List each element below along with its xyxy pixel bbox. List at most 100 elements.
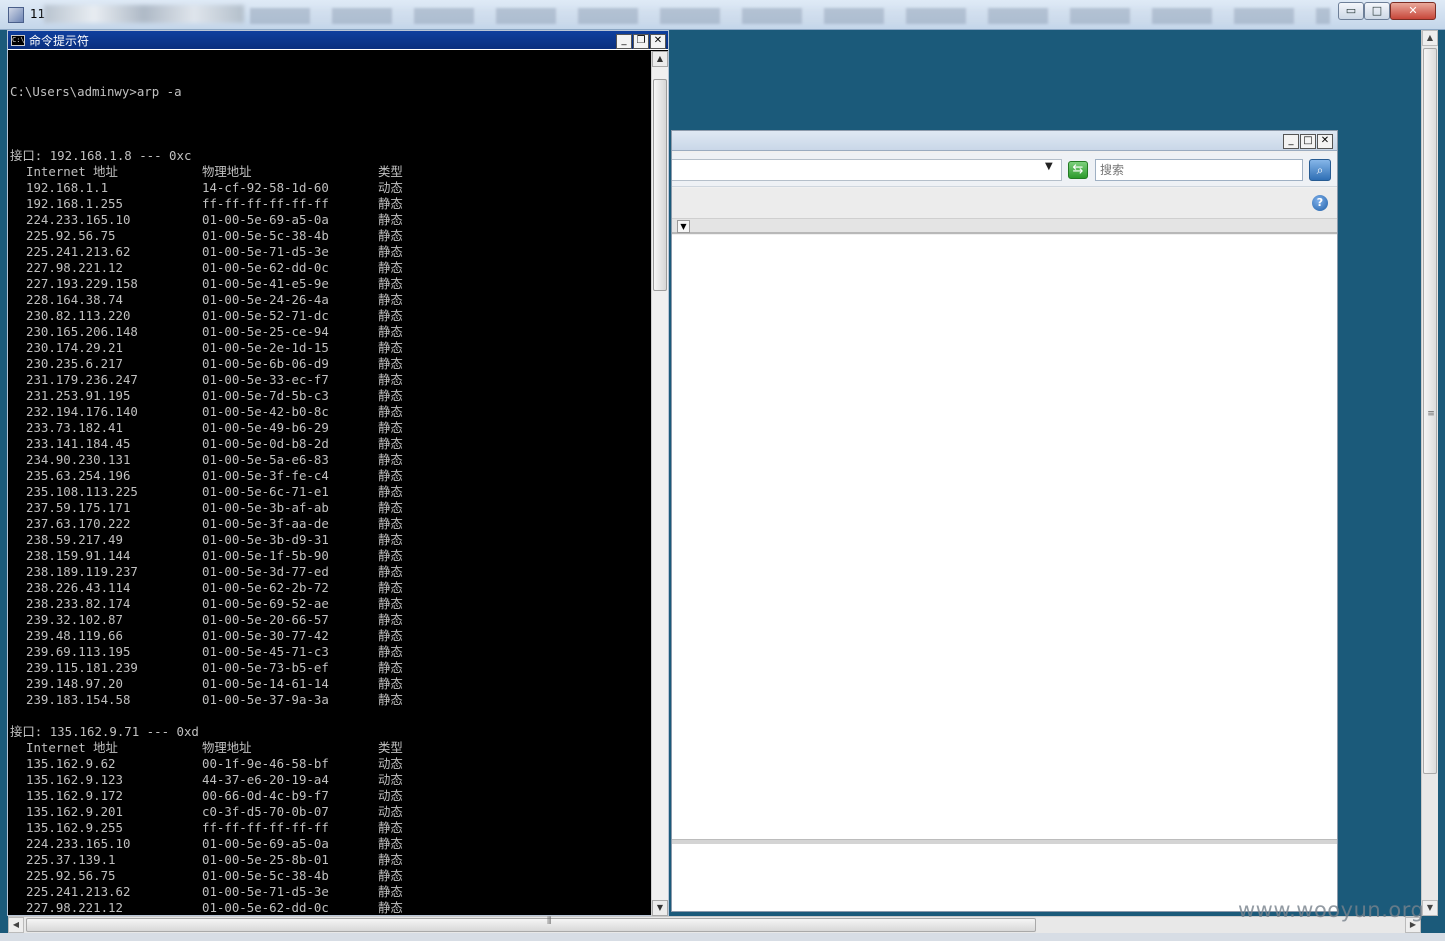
outer-maximize-button[interactable]: □	[1364, 2, 1390, 20]
bg-minimize-button[interactable]: _	[1283, 134, 1299, 149]
entry-type: 静态	[378, 612, 403, 627]
interface-header: 接口: 192.168.1.8 --- 0xc	[10, 148, 192, 163]
ip-address: 238.189.119.237	[26, 564, 138, 579]
mac-address: 01-00-5e-71-d5-3e	[202, 884, 329, 899]
outer-vscroll-thumb[interactable]: ≡	[1423, 48, 1437, 774]
mac-address: 01-00-5e-3f-fe-c4	[202, 468, 329, 483]
entry-type: 静态	[378, 564, 403, 579]
arp-entry-row: 232.194.176.140 01-00-5e-42-b0-8c 静态	[10, 404, 650, 420]
search-input[interactable]	[1095, 159, 1303, 181]
outer-window-title: 11	[30, 7, 46, 21]
interface-header: 接口: 135.162.9.71 --- 0xd	[10, 724, 199, 739]
entry-type: 静态	[378, 548, 403, 563]
column-header: Internet 地址	[26, 164, 118, 179]
entry-type: 动态	[378, 772, 403, 787]
arp-entry-row: 225.37.139.1 01-00-5e-25-8b-01 静态	[10, 852, 650, 868]
mac-address: 01-00-5e-25-ce-94	[202, 324, 329, 339]
arp-entry-row: 230.82.113.220 01-00-5e-52-71-dc 静态	[10, 308, 650, 324]
arp-entry-row: 235.108.113.225 01-00-5e-6c-71-e1 静态	[10, 484, 650, 500]
cmd-restore-button[interactable]: ❐	[633, 34, 649, 49]
ip-address: 135.162.9.201	[26, 804, 123, 819]
scroll-down-icon[interactable]: ▼	[1422, 900, 1438, 916]
cmd-vertical-scrollbar[interactable]: ▲ ▼	[651, 51, 668, 916]
entry-type: 动态	[378, 788, 403, 803]
help-icon[interactable]: ?	[1312, 195, 1328, 211]
arp-entry-row: 228.164.38.74 01-00-5e-24-26-4a 静态	[10, 292, 650, 308]
entry-type: 静态	[378, 500, 403, 515]
column-header: 类型	[378, 164, 403, 179]
cmd-window-title: 命令提示符	[29, 34, 90, 48]
outer-vertical-scrollbar[interactable]: ▲ ≡ ▼	[1421, 30, 1438, 916]
entry-type: 静态	[378, 852, 403, 867]
mac-address: 01-00-5e-3d-77-ed	[202, 564, 329, 579]
cmd-close-button[interactable]: ✕	[650, 34, 666, 49]
mac-address: 00-66-0d-4c-b9-f7	[202, 788, 329, 803]
refresh-icon[interactable]: ⇆	[1068, 161, 1088, 179]
cmd-scroll-thumb[interactable]	[653, 79, 667, 291]
ip-address: 230.235.6.217	[26, 356, 123, 371]
cmd-minimize-button[interactable]: _	[616, 34, 632, 49]
mac-address: 01-00-5e-25-8b-01	[202, 852, 329, 867]
entry-type: 静态	[378, 388, 403, 403]
arp-entry-row: 238.226.43.114 01-00-5e-62-2b-72 静态	[10, 580, 650, 596]
column-header: Internet 地址	[26, 740, 118, 755]
entry-type: 静态	[378, 820, 403, 835]
bg-maximize-button[interactable]: □	[1300, 134, 1316, 149]
entry-type: 静态	[378, 308, 403, 323]
arp-entry-row: 230.235.6.217 01-00-5e-6b-06-d9 静态	[10, 356, 650, 372]
tab-dropdown-icon[interactable]: ▼	[677, 220, 690, 233]
ip-address: 239.69.113.195	[26, 644, 131, 659]
entry-type: 静态	[378, 372, 403, 387]
arp-entry-row: 239.148.97.20 01-00-5e-14-61-14 静态	[10, 676, 650, 692]
chevron-down-icon[interactable]: ▼	[1045, 161, 1053, 172]
arp-entry-row: 239.115.181.239 01-00-5e-73-b5-ef 静态	[10, 660, 650, 676]
outer-minimize-button[interactable]: ▭	[1338, 2, 1364, 20]
ip-address: 232.194.176.140	[26, 404, 138, 419]
mac-address: 01-00-5e-30-77-42	[202, 628, 329, 643]
scroll-up-icon[interactable]: ▲	[1422, 30, 1438, 46]
ip-address: 233.141.184.45	[26, 436, 131, 451]
arp-entry-row: 239.183.154.58 01-00-5e-37-9a-3a 静态	[10, 692, 650, 708]
arp-entry-row: 231.179.236.247 01-00-5e-33-ec-f7 静态	[10, 372, 650, 388]
mac-address: 01-00-5e-2e-1d-15	[202, 340, 329, 355]
mac-address: 01-00-5e-20-66-57	[202, 612, 329, 627]
entry-type: 静态	[378, 676, 403, 691]
ip-address: 239.48.119.66	[26, 628, 123, 643]
search-icon[interactable]: ⌕	[1309, 159, 1331, 181]
arp-entry-row: 135.162.9.62 00-1f-9e-46-58-bf 动态	[10, 756, 650, 772]
arp-entry-row: 227.98.221.12 01-00-5e-62-dd-0c 静态	[10, 900, 650, 916]
blurred-title-text	[44, 5, 244, 23]
arp-entry-row: 192.168.1.255 ff-ff-ff-ff-ff-ff 静态	[10, 196, 650, 212]
mac-address: 01-00-5e-1f-5b-90	[202, 548, 329, 563]
outer-hscroll-thumb[interactable]: ⦀	[26, 916, 1036, 932]
mac-address: 01-00-5e-73-b5-ef	[202, 660, 329, 675]
mac-address: 01-00-5e-49-b6-29	[202, 420, 329, 435]
console-output[interactable]: C:\Users\adminwy>arp -a 接口: 192.168.1.8 …	[10, 52, 650, 916]
arp-entry-row: 239.32.102.87 01-00-5e-20-66-57 静态	[10, 612, 650, 628]
arp-entry-row: 230.174.29.21 01-00-5e-2e-1d-15 静态	[10, 340, 650, 356]
entry-type: 静态	[378, 468, 403, 483]
ip-address: 227.193.229.158	[26, 276, 138, 291]
scroll-down-icon[interactable]: ▼	[652, 900, 668, 916]
entry-type: 静态	[378, 324, 403, 339]
background-window-title-bar: _ □ ✕	[672, 131, 1337, 151]
mac-address: 01-00-5e-62-2b-72	[202, 580, 329, 595]
arp-entry-row: 238.233.82.174 01-00-5e-69-52-ae 静态	[10, 596, 650, 612]
arp-entry-row: 135.162.9.123 44-37-e6-20-19-a4 动态	[10, 772, 650, 788]
scroll-up-icon[interactable]: ▲	[652, 51, 668, 67]
mac-address: 01-00-5e-37-9a-3a	[202, 692, 329, 707]
app-icon	[8, 7, 24, 23]
arp-entry-row: 231.253.91.195 01-00-5e-7d-5b-c3 静态	[10, 388, 650, 404]
entry-type: 静态	[378, 212, 403, 227]
command-bar: ?	[672, 188, 1337, 218]
bg-close-button[interactable]: ✕	[1317, 134, 1333, 149]
outer-close-button[interactable]: ✕	[1390, 2, 1436, 20]
outer-horizontal-scrollbar[interactable]: ◀ ⦀ ▶	[8, 916, 1421, 933]
ip-address: 225.241.213.62	[26, 884, 131, 899]
scroll-left-icon[interactable]: ◀	[8, 917, 24, 933]
address-field[interactable]	[672, 159, 1062, 181]
ip-address: 227.98.221.12	[26, 260, 123, 275]
tab-row: ▼	[672, 218, 1337, 234]
entry-type: 静态	[378, 884, 403, 899]
